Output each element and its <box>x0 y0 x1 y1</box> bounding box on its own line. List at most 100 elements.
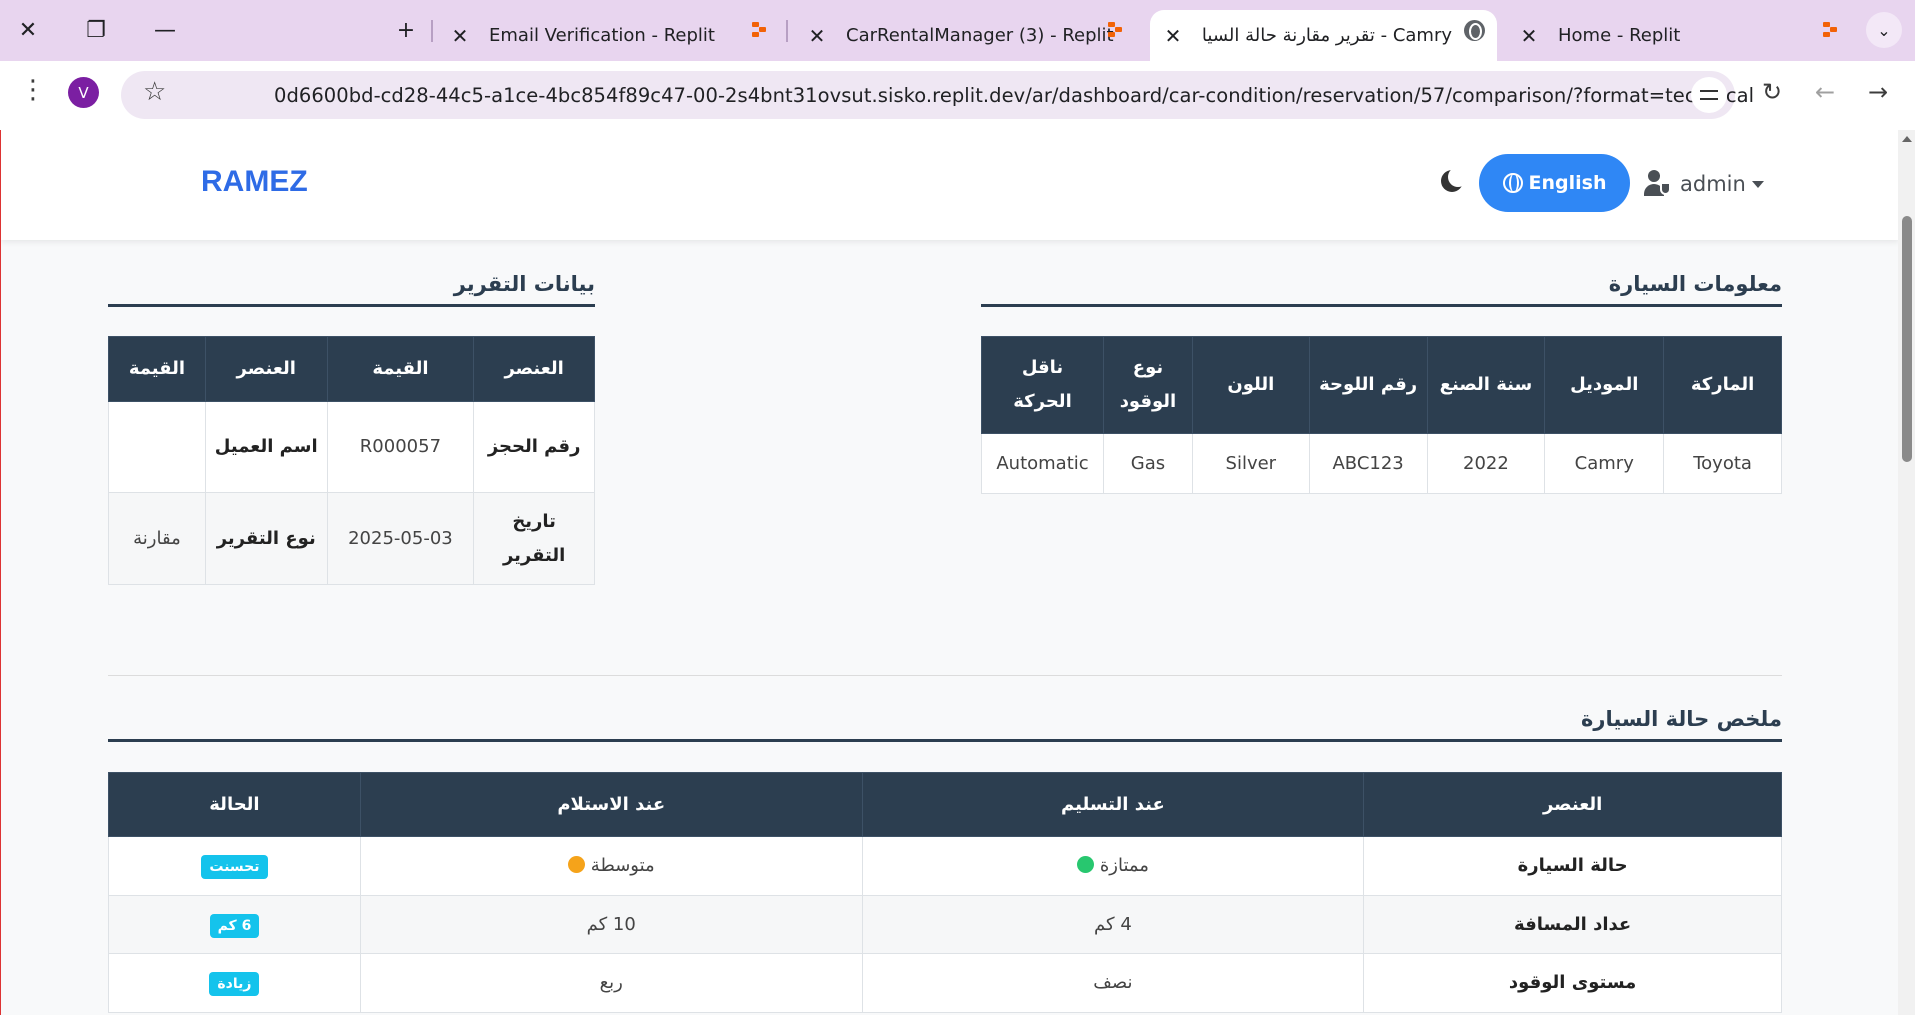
dark-mode-moon-icon[interactable] <box>1441 167 1468 192</box>
tab-home-replit[interactable]: ✕ Home - Replit <box>1514 10 1844 61</box>
table-cell: ربع <box>359 953 863 1013</box>
tab-separator <box>786 20 788 42</box>
column-header: القيمة <box>108 336 206 402</box>
table-row: Toyota Camry 2022 ABC123 Silver Gas Auto… <box>981 433 1782 494</box>
url-text[interactable]: 0d6600bd-cd28-44c5-a1ce-4bc854f89c47-00-… <box>274 84 1794 107</box>
omnibox[interactable]: ☆ 0d6600bd-cd28-44c5-a1ce-4bc854f89c47-0… <box>121 71 1754 119</box>
tab-title: CarRentalManager (3) - Replit <box>846 25 1114 46</box>
tab-camry-report[interactable]: ✕ Camry - تقرير مقارنة حالة السيارة <box>1150 10 1497 61</box>
table-cell: 4 كم <box>861 895 1365 954</box>
user-shield-icon <box>1644 170 1672 198</box>
condition-summary-table: العنصر عند التسليم عند الاستلام الحالة ح… <box>108 772 1782 1013</box>
table-row: تاريخ التقرير 2025-05-03 نوع التقرير مقا… <box>108 492 595 585</box>
close-window-icon[interactable]: ✕ <box>10 12 46 48</box>
browser-address-bar: ⋮ V ☆ 0d6600bd-cd28-44c5-a1ce-4bc854f89c… <box>0 61 1915 130</box>
user-name: admin <box>1680 172 1746 196</box>
close-tab-icon[interactable]: ✕ <box>1158 24 1188 48</box>
table-row: عداد المسافة 4 كم 10 كم 6 كم <box>108 895 1782 954</box>
status-dot-icon <box>567 856 585 873</box>
column-header: عند التسليم <box>861 772 1365 837</box>
status-badge: تحسنت <box>201 855 268 879</box>
column-header: الحالة <box>108 772 361 837</box>
forward-arrow-icon[interactable]: → <box>1868 78 1888 106</box>
table-row: مستوى الوقود نصف ربع زيادة <box>108 953 1782 1013</box>
column-header: نوع الوقود <box>1103 336 1193 434</box>
tab-title: Email Verification - Replit <box>489 25 715 46</box>
table-cell: اسم العميل <box>204 401 328 493</box>
table-cell: 2025-05-03 <box>326 492 475 585</box>
summary-title: ملخص حالة السيارة <box>108 707 1782 742</box>
table-cell: تحسنت <box>108 836 361 896</box>
column-header: اللون <box>1191 336 1310 434</box>
table-cell: رقم الحجز <box>473 401 595 493</box>
column-header: العنصر <box>473 336 595 402</box>
table-cell: عداد المسافة <box>1363 895 1782 954</box>
back-arrow-icon[interactable]: ← <box>1815 78 1835 106</box>
tab-search-chevron-down-icon[interactable]: ⌄ <box>1866 12 1902 48</box>
user-menu[interactable]: admin <box>1644 170 1764 198</box>
tab-separator <box>431 20 433 42</box>
globe-icon <box>1502 173 1523 193</box>
site-navbar: RAMEZ English admin <box>1 130 1898 240</box>
table-header-row: الماركة الموديل سنة الصنع رقم اللوحة الل… <box>981 336 1782 434</box>
language-switch-button[interactable]: English <box>1479 154 1630 212</box>
table-cell: Camry <box>1544 433 1665 494</box>
reload-icon[interactable]: ↻ <box>1762 78 1782 106</box>
table-row: رقم الحجز R000057 اسم العميل <box>108 401 595 493</box>
replit-favicon-icon <box>1108 22 1124 38</box>
column-header: ناقل الحركة <box>981 336 1104 434</box>
page-scrollbar[interactable] <box>1898 130 1915 1015</box>
section-divider <box>108 675 1782 676</box>
car-info-title: معلومات السيارة <box>981 272 1782 307</box>
table-header-row: العنصر عند التسليم عند الاستلام الحالة <box>108 772 1782 837</box>
report-data-table: العنصر القيمة العنصر القيمة رقم الحجز R0… <box>108 336 595 585</box>
menu-dots-icon[interactable]: ⋮ <box>20 75 46 105</box>
replit-favicon-icon <box>752 22 768 38</box>
avatar[interactable]: V <box>68 77 99 108</box>
page-content: RAMEZ English admin بيانات التقرير العنص… <box>0 130 1898 1015</box>
column-header: رقم اللوحة <box>1308 336 1428 434</box>
table-row: حالة السيارة ممتازة متوسطة تحسنت <box>108 836 1782 896</box>
close-tab-icon[interactable]: ✕ <box>802 24 832 48</box>
table-cell: نصف <box>861 953 1365 1013</box>
new-tab-icon[interactable]: + <box>388 12 424 48</box>
table-cell <box>108 401 206 493</box>
close-tab-icon[interactable]: ✕ <box>1514 24 1544 48</box>
close-tab-icon[interactable]: ✕ <box>445 24 475 48</box>
table-cell: Toyota <box>1663 433 1782 494</box>
car-info-table: الماركة الموديل سنة الصنع رقم اللوحة الل… <box>981 336 1782 494</box>
tab-title: Home - Replit <box>1558 25 1681 46</box>
caret-down-icon <box>1751 180 1764 188</box>
table-cell: ممتازة <box>861 836 1365 896</box>
table-cell: Silver <box>1191 433 1310 494</box>
table-cell: ABC123 <box>1308 433 1428 494</box>
report-data-title: بيانات التقرير <box>108 272 595 307</box>
minimize-window-icon[interactable]: — <box>147 12 183 48</box>
restore-window-icon[interactable]: ❐ <box>78 12 114 48</box>
replit-favicon-icon <box>1823 22 1839 38</box>
language-button-label: English <box>1528 172 1607 194</box>
table-cell: متوسطة <box>359 836 863 896</box>
brand-logo[interactable]: RAMEZ <box>201 165 308 199</box>
scrollbar-thumb[interactable] <box>1902 216 1912 462</box>
status-dot-icon <box>1076 856 1094 873</box>
table-cell: نوع التقرير <box>204 492 328 585</box>
condition-text: متوسطة <box>590 855 655 876</box>
column-header: العنصر <box>1363 772 1782 837</box>
browser-tab-bar: ✕ ❐ — + ✕ Email Verification - Replit ✕ … <box>0 0 1915 61</box>
table-cell: Automatic <box>981 433 1104 494</box>
table-cell: 2022 <box>1426 433 1546 494</box>
tab-email-verification[interactable]: ✕ Email Verification - Replit <box>445 10 775 61</box>
bookmark-star-icon[interactable]: ☆ <box>143 77 166 107</box>
table-cell: تاريخ التقرير <box>473 492 595 585</box>
table-cell: زيادة <box>108 953 361 1013</box>
column-header: عند الاستلام <box>359 772 863 837</box>
scroll-up-arrow-icon[interactable] <box>1902 136 1912 142</box>
tab-car-rental-manager[interactable]: ✕ CarRentalManager (3) - Replit <box>802 10 1132 61</box>
site-settings-icon[interactable] <box>1691 77 1727 113</box>
column-header: العنصر <box>204 336 328 402</box>
column-header: القيمة <box>326 336 475 402</box>
status-badge: 6 كم <box>209 913 260 938</box>
table-cell: 6 كم <box>108 895 361 954</box>
condition-text: ممتازة <box>1099 855 1149 876</box>
